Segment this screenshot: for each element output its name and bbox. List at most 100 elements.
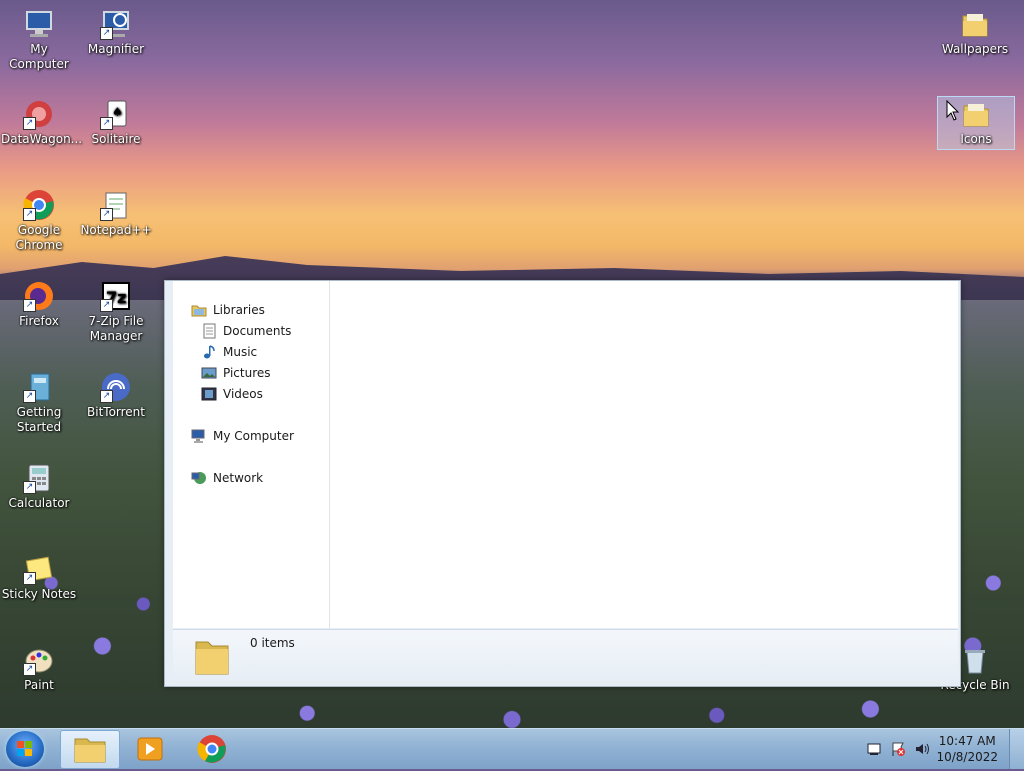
desktop-icon-paint[interactable]: ↗ Paint [1, 638, 77, 693]
taskbar-chrome-button[interactable] [183, 730, 241, 767]
getting-started-icon: ↗ [23, 371, 55, 403]
desktop-icon-magnifier[interactable]: ↗ Magnifier [78, 2, 154, 57]
nav-item-label: Libraries [213, 303, 265, 317]
notepad-icon: ↗ [100, 189, 132, 221]
system-clock[interactable]: 10:47 AM 10/8/2022 [936, 733, 998, 765]
nav-item-label: Documents [223, 324, 292, 338]
desktop-icon-label: Wallpapers [941, 42, 1009, 56]
desktop-icon-solitaire[interactable]: ♠ ↗ Solitaire [78, 92, 154, 147]
desktop-icon-label: Paint [24, 678, 54, 692]
flag-warning-icon[interactable] [890, 741, 906, 757]
nav-item-pictures[interactable]: Pictures [201, 364, 271, 382]
calculator-icon: ↗ [23, 462, 55, 494]
paint-palette-icon: ↗ [23, 644, 55, 676]
taskbar-media-player-button[interactable] [121, 730, 179, 767]
shortcut-arrow-icon: ↗ [23, 663, 36, 676]
shortcut-arrow-icon: ↗ [100, 117, 113, 130]
7zip-icon: 7z ↗ [100, 280, 132, 312]
desktop-icon-label: Calculator [8, 496, 70, 510]
cards-icon: ♠ ↗ [100, 98, 132, 130]
shortcut-arrow-icon: ↗ [23, 390, 36, 403]
shortcut-arrow-icon: ↗ [23, 208, 36, 221]
desktop-icon-label: BitTorrent [87, 405, 145, 419]
show-desktop-button[interactable] [1009, 729, 1024, 769]
nav-item-network[interactable]: Network [191, 469, 263, 487]
desktop-icon-my-computer[interactable]: My Computer [1, 2, 77, 72]
start-button[interactable] [6, 731, 44, 767]
desktop-icon-label: Magnifier [87, 42, 145, 56]
file-list-pane[interactable] [330, 281, 958, 628]
windows-logo-icon [17, 741, 32, 756]
computer-icon [191, 428, 207, 444]
svg-text:♠: ♠ [112, 105, 123, 119]
shortcut-arrow-icon: ↗ [23, 481, 36, 494]
shortcut-arrow-icon: ↗ [23, 117, 36, 130]
firefox-icon: ↗ [23, 280, 55, 312]
action-center-icon[interactable] [866, 741, 882, 757]
shortcut-arrow-icon: ↗ [100, 208, 113, 221]
desktop-icon-label: Sticky Notes [1, 587, 77, 601]
explorer-window: Libraries Documents Music Pictures Video… [164, 280, 961, 687]
desktop-icon-firefox[interactable]: ↗ Firefox [1, 274, 77, 329]
pictures-icon [201, 365, 217, 381]
desktop-icon-getting-started[interactable]: ↗ Getting Started [1, 365, 77, 435]
desktop-icon-label: Google Chrome [15, 223, 63, 252]
nav-item-music[interactable]: Music [201, 343, 257, 361]
desktop-icon-label: Getting Started [16, 405, 62, 434]
datawagon-icon: ↗ [23, 98, 55, 130]
desktop-icon-7zip[interactable]: 7z ↗ 7-Zip File Manager [78, 274, 154, 344]
shortcut-arrow-icon: ↗ [100, 27, 113, 40]
documents-icon [201, 323, 217, 339]
shortcut-arrow-icon: ↗ [100, 299, 113, 312]
nav-item-label: Videos [223, 387, 263, 401]
desktop-icon-bittorrent[interactable]: ↗ BitTorrent [78, 365, 154, 420]
nav-item-label: My Computer [213, 429, 294, 443]
folder-icon [959, 8, 991, 40]
nav-item-libraries[interactable]: Libraries [191, 301, 265, 319]
videos-icon [201, 386, 217, 402]
magnifier-icon: ↗ [100, 8, 132, 40]
nav-item-documents[interactable]: Documents [201, 322, 291, 340]
nav-item-label: Pictures [223, 366, 271, 380]
libraries-icon [191, 302, 207, 318]
nav-item-label: Network [213, 471, 264, 485]
sticky-note-icon: ↗ [23, 553, 55, 585]
desktop-icon-sticky-notes[interactable]: ↗ Sticky Notes [1, 547, 77, 602]
navigation-pane: Libraries Documents Music Pictures Video… [173, 281, 330, 628]
taskbar-explorer-button[interactable] [60, 730, 120, 769]
desktop-icon-datawagon[interactable]: ↗ DataWagon... [1, 92, 83, 147]
folder-icon [960, 98, 992, 130]
desktop-icon-notepad-plus[interactable]: ↗ Notepad++ [78, 183, 154, 238]
desktop-icon-label: Firefox [19, 314, 59, 328]
nav-item-my-computer[interactable]: My Computer [191, 427, 294, 445]
shortcut-arrow-icon: ↗ [23, 299, 36, 312]
music-note-icon [201, 344, 217, 360]
shortcut-arrow-icon: ↗ [100, 390, 113, 403]
desktop-icon-label: Icons [960, 132, 992, 146]
shortcut-arrow-icon: ↗ [23, 572, 36, 585]
desktop-icon-label: Solitaire [91, 132, 141, 146]
bittorrent-icon: ↗ [100, 371, 132, 403]
media-player-icon [137, 737, 163, 761]
desktop-icon-wallpapers[interactable]: Wallpapers [937, 2, 1013, 57]
chrome-icon [197, 735, 226, 763]
folder-icon [190, 634, 234, 681]
computer-icon [23, 8, 55, 40]
folder-icon [74, 738, 106, 763]
desktop-icon-google-chrome[interactable]: ↗ Google Chrome [1, 183, 77, 253]
nav-item-label: Music [223, 345, 258, 359]
desktop-icon-label: 7-Zip File Manager [88, 314, 144, 343]
desktop-icon-label: My Computer [9, 42, 69, 71]
desktop-icon-calculator[interactable]: ↗ Calculator [1, 456, 77, 511]
taskbar: 10:47 AM 10/8/2022 [0, 728, 1024, 769]
network-icon [191, 470, 207, 486]
desktop-icon-label: DataWagon... [1, 132, 83, 146]
item-count: 0 items [250, 636, 295, 650]
volume-icon[interactable] [914, 741, 930, 757]
chrome-icon: ↗ [23, 189, 55, 221]
nav-item-videos[interactable]: Videos [201, 385, 263, 403]
details-pane: 0 items [173, 629, 958, 685]
recycle-bin-icon [959, 644, 991, 676]
clock-date: 10/8/2022 [936, 750, 998, 764]
clock-time: 10:47 AM [938, 734, 996, 748]
